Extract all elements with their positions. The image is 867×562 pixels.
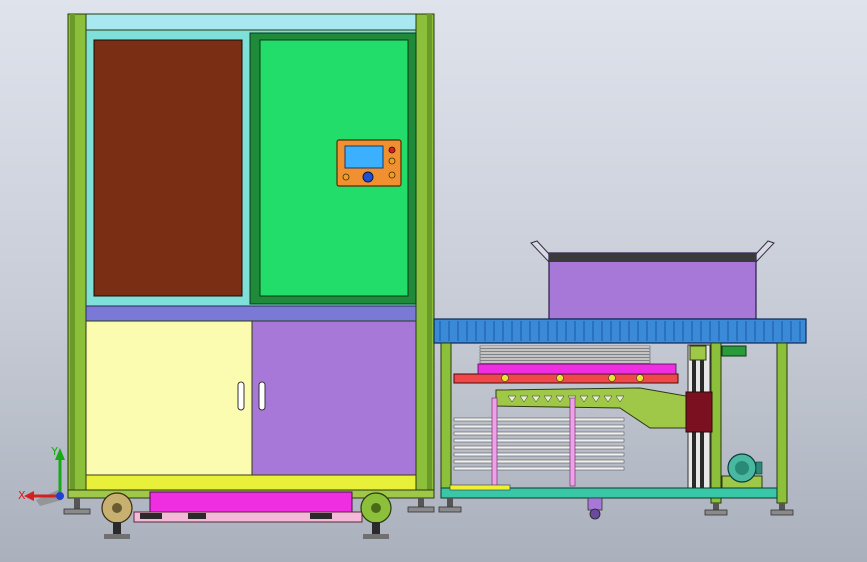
stacked-plate <box>479 348 651 352</box>
leveling-foot-icon <box>407 498 435 513</box>
selector-knob-icon[interactable] <box>362 171 374 183</box>
pink-guide-post <box>569 397 576 487</box>
stacked-plate <box>479 351 651 355</box>
conveyor-leg <box>776 342 788 504</box>
leveling-foot-icon <box>770 503 794 516</box>
leveling-foot-icon <box>704 503 728 516</box>
y-axis-label: Y <box>50 445 58 458</box>
stacked-plate <box>479 360 651 364</box>
brown-access-panel <box>93 39 243 297</box>
lifting-arm <box>495 387 687 429</box>
machine-assembly-drawing: Y X <box>18 13 807 539</box>
lower-plate <box>453 417 625 422</box>
lower-plate <box>453 459 625 464</box>
control-panel-screen <box>344 145 384 169</box>
indicator-light-icon <box>388 146 396 154</box>
lower-plate <box>453 424 625 429</box>
control-panel[interactable] <box>336 139 402 187</box>
lower-plate <box>453 452 625 457</box>
lower-plate <box>453 466 625 471</box>
magenta-drawer[interactable] <box>149 491 353 513</box>
x-axis-label: X <box>18 489 26 502</box>
material-bin <box>548 252 757 320</box>
lower-plate <box>453 431 625 436</box>
drive-motor-icon <box>721 453 763 489</box>
pink-guide-post <box>491 397 498 487</box>
leveling-foot-icon <box>438 498 462 513</box>
leveling-foot-icon <box>63 498 91 515</box>
caster-wheel-icon <box>101 492 133 539</box>
caster-wheel-icon <box>360 492 392 539</box>
cabinet-top-band <box>85 13 417 31</box>
lower-plate-stack <box>453 417 625 471</box>
conveyor-leg <box>440 342 452 494</box>
cad-viewport: Y X <box>0 0 867 562</box>
indicator-light-icon <box>388 157 396 165</box>
right-cabinet-door[interactable] <box>251 320 417 476</box>
left-cabinet-door[interactable] <box>85 320 253 476</box>
axis-triad: Y X <box>18 445 65 506</box>
caster-wheel-icon <box>587 497 603 520</box>
door-handle-right[interactable] <box>258 381 266 411</box>
lower-plate <box>453 445 625 450</box>
stacked-plate <box>479 345 651 349</box>
conveyor-unit <box>433 240 807 520</box>
cabinet-divider-bar <box>85 305 417 322</box>
door-handle-left[interactable] <box>237 381 245 411</box>
stacked-plate <box>479 357 651 361</box>
lower-plate <box>453 438 625 443</box>
z-axis-dot-icon <box>56 492 64 500</box>
base-rail-upper <box>85 474 417 491</box>
cabinet-unit <box>63 13 435 539</box>
stacked-plate <box>479 354 651 358</box>
button-icon[interactable] <box>342 173 350 181</box>
bin-right-flap <box>755 240 775 264</box>
red-guide-rail <box>453 373 679 384</box>
bin-left-flap <box>530 240 550 264</box>
indicator-light-icon <box>388 171 396 179</box>
